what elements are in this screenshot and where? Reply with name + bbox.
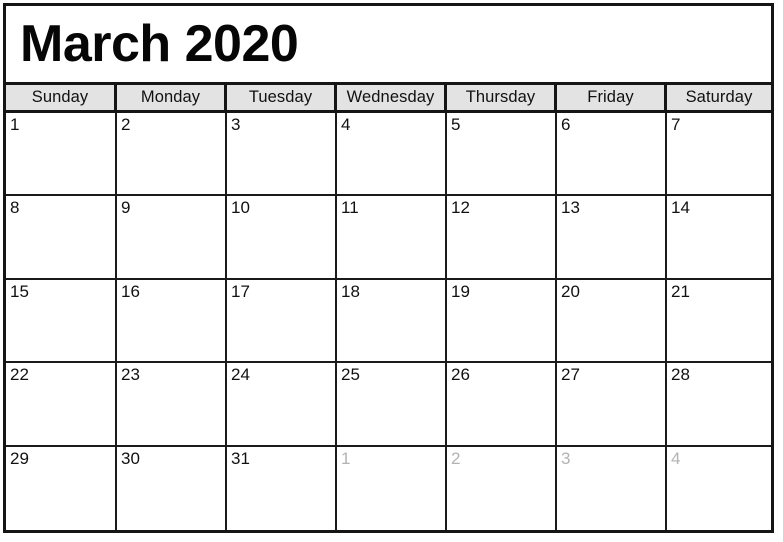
day-cell[interactable]: 8	[6, 196, 117, 280]
day-number: 23	[121, 365, 140, 385]
day-cell[interactable]: 4	[337, 113, 447, 197]
day-cell[interactable]: 1	[337, 446, 447, 530]
day-cell[interactable]: 24	[227, 363, 337, 447]
day-number: 1	[341, 448, 351, 468]
day-number: 4	[341, 115, 351, 134]
day-cell[interactable]: 3	[557, 446, 667, 530]
weekday-header-saturday: Saturday	[667, 85, 771, 113]
weekday-header-wednesday: Wednesday	[337, 85, 447, 113]
day-number: 3	[231, 115, 241, 134]
day-number: 7	[671, 115, 681, 134]
day-cell[interactable]: 2	[117, 113, 227, 197]
day-number: 18	[341, 281, 360, 301]
day-number: 31	[231, 448, 250, 468]
day-number: 15	[10, 281, 29, 301]
day-number: 14	[671, 198, 690, 218]
day-number: 19	[451, 281, 470, 301]
day-cell[interactable]: 5	[447, 113, 557, 197]
day-cell[interactable]: 10	[227, 196, 337, 280]
day-cell[interactable]: 20	[557, 279, 667, 364]
day-cell[interactable]: 1	[6, 113, 117, 197]
day-number: 24	[231, 365, 250, 385]
day-cell[interactable]: 18	[337, 279, 447, 364]
day-number: 26	[451, 365, 470, 385]
day-number: 2	[451, 448, 461, 468]
weekday-header-monday: Monday	[117, 85, 227, 113]
calendar-grid: Sunday Monday Tuesday Wednesday Thursday Frid…	[6, 85, 771, 530]
day-cell[interactable]: 12	[447, 196, 557, 280]
day-cell[interactable]: 27	[557, 363, 667, 447]
page-title: March 2020	[20, 15, 299, 73]
day-number: 27	[561, 365, 580, 385]
day-cell[interactable]: 25	[337, 363, 447, 447]
weekday-header-tuesday: Tuesday	[227, 85, 337, 113]
day-cell[interactable]: 6	[557, 113, 667, 197]
day-cell[interactable]: 26	[447, 363, 557, 447]
day-number: 8	[10, 198, 20, 218]
calendar-title-bar: March 2020	[6, 6, 771, 85]
day-cell[interactable]: 29	[6, 446, 117, 530]
day-cell[interactable]: 30	[117, 446, 227, 530]
day-number: 6	[561, 115, 571, 134]
day-cell[interactable]: 7	[667, 113, 771, 197]
day-cell[interactable]: 22	[6, 363, 117, 447]
day-cell[interactable]: 14	[667, 196, 771, 280]
day-number: 28	[671, 365, 690, 385]
day-number: 2	[121, 115, 131, 134]
day-cell[interactable]: 13	[557, 196, 667, 280]
day-number: 4	[671, 448, 681, 468]
calendar: March 2020 Sunday Monday Tuesday Wednesday T…	[3, 3, 774, 533]
day-number: 9	[121, 198, 131, 218]
day-cell[interactable]: 17	[227, 279, 337, 364]
day-number: 30	[121, 448, 140, 468]
day-cell[interactable]: 21	[667, 279, 771, 364]
day-number: 21	[671, 281, 690, 301]
day-cell[interactable]: 23	[117, 363, 227, 447]
day-cell[interactable]: 31	[227, 446, 337, 530]
day-cell[interactable]: 9	[117, 196, 227, 280]
day-number: 17	[231, 281, 250, 301]
day-number: 1	[10, 115, 20, 134]
day-number: 22	[10, 365, 29, 385]
day-number: 5	[451, 115, 461, 134]
day-number: 25	[341, 365, 360, 385]
day-number: 16	[121, 281, 140, 301]
day-cell[interactable]: 11	[337, 196, 447, 280]
day-number: 10	[231, 198, 250, 218]
day-number: 13	[561, 198, 580, 218]
day-cell[interactable]: 15	[6, 279, 117, 364]
day-number: 12	[451, 198, 470, 218]
day-number: 11	[341, 198, 359, 218]
day-number: 29	[10, 448, 29, 468]
day-cell[interactable]: 2	[447, 446, 557, 530]
day-number: 3	[561, 448, 571, 468]
day-number: 20	[561, 281, 580, 301]
weekday-header-thursday: Thursday	[447, 85, 557, 113]
weekday-header-sunday: Sunday	[6, 85, 117, 113]
weekday-header-friday: Friday	[557, 85, 667, 113]
day-cell[interactable]: 16	[117, 279, 227, 364]
day-cell[interactable]: 3	[227, 113, 337, 197]
day-cell[interactable]: 19	[447, 279, 557, 364]
day-cell[interactable]: 28	[667, 363, 771, 447]
day-cell[interactable]: 4	[667, 446, 771, 530]
